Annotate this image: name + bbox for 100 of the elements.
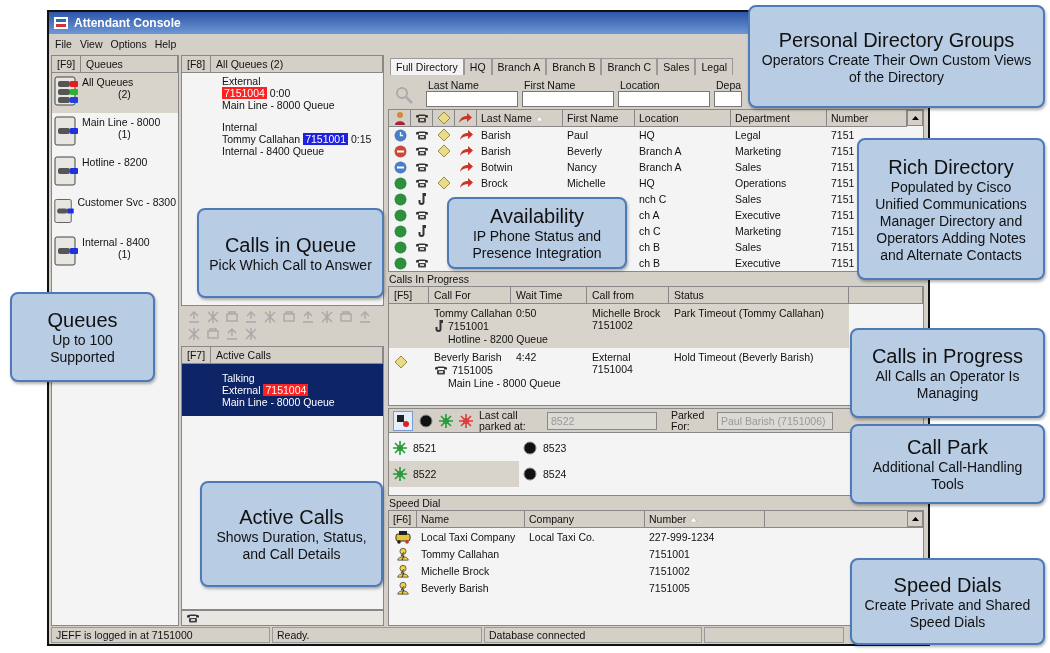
directory-tab[interactable]: Branch A	[491, 58, 547, 75]
window-title: Attendant Console	[74, 16, 181, 30]
column-header[interactable]: Last Name	[477, 110, 563, 127]
callout-text: All Calls an Operator Is Managing	[874, 368, 1021, 402]
field-label: Parked For:	[671, 409, 706, 432]
table-cell: Branch A	[639, 145, 682, 157]
field-label: Depa	[715, 79, 742, 91]
park-slot[interactable]: 8522	[389, 461, 519, 487]
field-label: Location	[619, 79, 661, 91]
callout-title: Queues	[47, 308, 118, 332]
column-header[interactable]: Number	[645, 511, 765, 528]
queue-item[interactable]: Customer Svc - 8300	[52, 193, 178, 233]
table-cell: nch C	[639, 193, 667, 205]
callout-title: Call Park	[906, 435, 989, 459]
directory-tab[interactable]: Branch C	[601, 58, 658, 75]
callout-text: Operators Create Their Own Custom Views of the Directory	[760, 51, 1033, 86]
section-title: Speed Dial	[388, 496, 442, 510]
table-cell: 7151	[831, 129, 855, 141]
table-cell-text: Beverly Barish	[433, 351, 503, 363]
column-header[interactable]: First Name	[563, 110, 635, 127]
queue-item[interactable]: Hotline - 8200	[52, 153, 178, 193]
table-cell: Local Taxi Company	[421, 530, 516, 543]
column-header[interactable]: Department	[731, 110, 827, 127]
callout-text: Shows Duration, Status, and Call Details	[215, 529, 368, 563]
parked-for-field: Paul Barish (7151006)	[717, 411, 833, 430]
table-cell: Michelle Brock	[421, 564, 490, 577]
table-cell: Marketing	[735, 145, 782, 157]
table-cell: Sales	[735, 161, 762, 173]
park-slot[interactable]: 8523	[519, 435, 649, 461]
table-cell: HQ	[639, 129, 655, 141]
table-cell-text: 4:42	[515, 351, 538, 363]
call-row[interactable]: Beverly Barish 7151005 Main Line - 8000 Queue 4:42 External 7151004 Hold Timeout (Beverly Barish)	[389, 348, 849, 392]
column-header[interactable]: Number	[827, 110, 907, 127]
table-cell-text: Tommy Callahan	[433, 307, 511, 319]
shortcut-key-header: [F6]	[389, 511, 417, 528]
table-cell: Tommy Callahan	[421, 547, 500, 560]
table-cell: Nancy	[567, 161, 597, 173]
active-call[interactable]: Talking External 7151004 Main Line - 8000 Queue	[182, 364, 383, 417]
column-header: Queues	[81, 56, 178, 72]
menu-item[interactable]: View	[79, 37, 103, 50]
table-cell-text: Hold Timeout (Beverly Barish)	[673, 351, 815, 363]
table-cell: 7151	[831, 193, 855, 205]
status-text: JEFF is logged in at 7151000	[51, 627, 270, 643]
menu-item[interactable]: File	[55, 37, 72, 50]
table-cell: 7151001	[448, 320, 489, 332]
callout-title: Active Calls	[239, 505, 344, 529]
park-slot[interactable]: 8524	[519, 461, 649, 487]
table-cell: Legal	[735, 129, 761, 141]
table-cell: Main Line - 8000 Queue	[448, 377, 561, 389]
table-cell: Beverly Barish	[421, 581, 489, 594]
table-cell: 7151	[831, 145, 855, 157]
shortcut-key-header: [F5]	[389, 287, 429, 304]
table-cell: Branch A	[639, 161, 682, 173]
menu-item[interactable]: Help	[154, 37, 177, 50]
column-header[interactable]: Call from	[587, 287, 669, 304]
park-slot[interactable]: 8521	[389, 435, 519, 461]
directory-tab[interactable]: Full Directory	[390, 58, 464, 75]
last-parked-field: 8522	[547, 411, 657, 430]
column-header[interactable]: Name	[417, 511, 525, 528]
table-cell: 7151	[831, 225, 855, 237]
shortcut-key-header: [F8]	[182, 56, 212, 72]
shortcut-key-header: [F7]	[182, 347, 212, 364]
directory-tab[interactable]: Branch B	[546, 58, 602, 75]
callout-title: Availability	[489, 204, 585, 228]
table-cell: HQ	[639, 177, 655, 189]
table-cell: 7151001	[649, 547, 690, 560]
column-header: All Queues (2)	[211, 56, 383, 72]
callout-text: Up to 100 Supported	[49, 332, 116, 366]
callout-title: Speed Dials	[893, 572, 1002, 597]
column-header[interactable]: Status	[669, 287, 849, 304]
directory-tab[interactable]: Sales	[657, 58, 696, 75]
column-header[interactable]: Company	[525, 511, 645, 528]
section-title: Calls In Progress	[388, 272, 470, 286]
column-header[interactable]: Call For	[429, 287, 511, 304]
table-cell-text: External	[591, 351, 632, 363]
callout-text: IP Phone Status and Presence Integration	[471, 228, 603, 262]
directory-tab[interactable]: Legal	[695, 58, 734, 75]
menu-item[interactable]: Options	[110, 37, 147, 50]
column-header[interactable]: Wait Time	[511, 287, 587, 304]
column-header[interactable]: Location	[635, 110, 731, 127]
table-cell: 7151005	[452, 364, 493, 376]
queue-item[interactable]: Main Line - 8000 (1)	[52, 113, 178, 153]
table-cell: Botwin	[481, 161, 513, 173]
table-cell: 7151	[831, 209, 855, 221]
callout-title: Calls in Progress	[871, 344, 1024, 368]
call-row[interactable]: Tommy Callahan 7151001 Hotline - 8200 Queue 0:50 Michelle Brock 7151002 Park Timeout (Tommy Callahan)	[389, 304, 849, 348]
table-cell: ch B	[639, 257, 660, 269]
table-cell-text: 7151002	[591, 319, 634, 333]
queue-item[interactable]: Internal - 8400 (1)	[52, 233, 178, 273]
table-cell: Beverly	[567, 145, 602, 157]
table-cell: Hotline - 8200 Queue	[448, 333, 548, 345]
queue-item[interactable]: All Queues (2)	[52, 73, 178, 113]
callout-text: Additional Call-Handling Tools	[871, 459, 1024, 493]
field-label: Last Name	[427, 79, 480, 91]
callout-text: Populated by Cisco Unified Communications Manager Directory and Operators Adding Notes and Alternate Contacts	[874, 178, 1028, 264]
table-cell: Barish	[481, 145, 511, 157]
queued-call[interactable]: External 7151004 0:00 Main Line - 8000 Queue	[182, 73, 383, 119]
directory-tab[interactable]: HQ	[463, 58, 492, 75]
queued-call[interactable]: Internal Tommy Callahan 7151001 0:15 Internal - 8400 Queue	[182, 119, 383, 165]
callout-title: Personal Directory Groups	[778, 27, 1015, 52]
